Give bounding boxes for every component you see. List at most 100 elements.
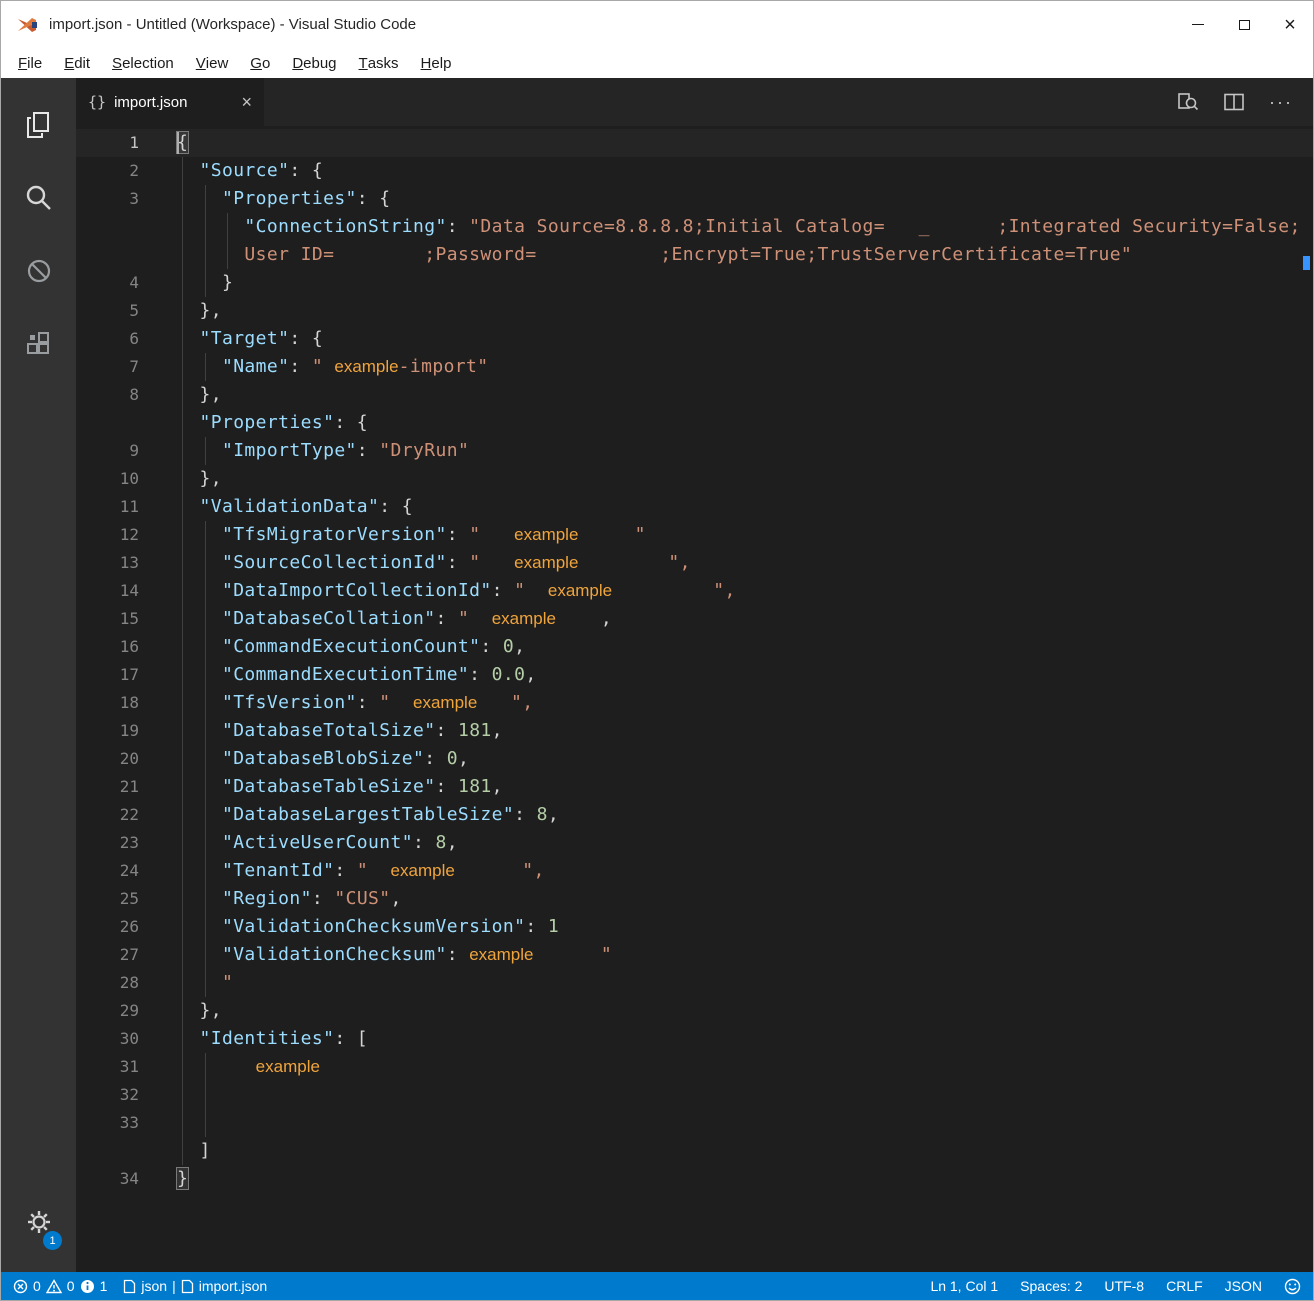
code-line-w4[interactable]: User ID= ;Password= ;Encrypt=True;TrustS…	[76, 241, 1313, 269]
line-number[interactable]: 12	[76, 521, 177, 549]
line-number[interactable]: 1	[76, 129, 177, 157]
code-line-19[interactable]: 19 "DatabaseTotalSize": 181,	[76, 717, 1313, 745]
code-line-4[interactable]: 4 }	[76, 269, 1313, 297]
minimize-button[interactable]	[1175, 1, 1221, 48]
line-number[interactable]: 15	[76, 605, 177, 633]
line-number[interactable]: 25	[76, 885, 177, 913]
menu-go[interactable]: Go	[239, 48, 281, 78]
status-item-spaces-2[interactable]: Spaces: 2	[1020, 1278, 1082, 1294]
code-editor[interactable]: 1{2 "Source": {3 "Properties": { "Connec…	[76, 126, 1313, 1272]
code-line-32[interactable]: 32	[76, 1081, 1313, 1109]
code-line-17[interactable]: 17 "CommandExecutionTime": 0.0,	[76, 661, 1313, 689]
menu-tasks[interactable]: Tasks	[348, 48, 410, 78]
activity-search[interactable]	[1, 161, 76, 234]
line-number[interactable]: 32	[76, 1081, 177, 1109]
code-line-1[interactable]: 1{	[76, 129, 1313, 157]
line-number[interactable]: 21	[76, 773, 177, 801]
problems-indicator[interactable]: 0 0 1	[13, 1278, 107, 1294]
line-number[interactable]: 28	[76, 969, 177, 997]
line-number[interactable]: 9	[76, 437, 177, 465]
line-number[interactable]: 19	[76, 717, 177, 745]
code-line-w3[interactable]: "ConnectionString": "Data Source=8.8.8.8…	[76, 213, 1313, 241]
line-number[interactable]: 26	[76, 913, 177, 941]
code-line-25[interactable]: 25 "Region": "CUS",	[76, 885, 1313, 913]
code-line-30[interactable]: 30 "Identities": [	[76, 1025, 1313, 1053]
tab-close-icon[interactable]: ×	[241, 92, 252, 113]
line-number[interactable]: 34	[76, 1165, 177, 1193]
code-line-15[interactable]: 15 "DatabaseCollation": " example ,	[76, 605, 1313, 633]
menu-edit[interactable]: Edit	[53, 48, 101, 78]
code-line-21[interactable]: 21 "DatabaseTableSize": 181,	[76, 773, 1313, 801]
close-button[interactable]: ×	[1267, 1, 1313, 48]
menu-view[interactable]: View	[185, 48, 240, 78]
code-line-w10[interactable]: "Properties": {	[76, 409, 1313, 437]
code-line-16[interactable]: 16 "CommandExecutionCount": 0,	[76, 633, 1313, 661]
line-number[interactable]: 22	[76, 801, 177, 829]
code-line-23[interactable]: 23 "ActiveUserCount": 8,	[76, 829, 1313, 857]
line-number[interactable]: 29	[76, 997, 177, 1025]
code-line-w36[interactable]: ]	[76, 1137, 1313, 1165]
code-line-8[interactable]: 8 },	[76, 381, 1313, 409]
code-line-7[interactable]: 7 "Name": " example-import"	[76, 353, 1313, 381]
tab-import-json[interactable]: {} import.json ×	[76, 78, 264, 126]
code-line-12[interactable]: 12 "TfsMigratorVersion": " example "	[76, 521, 1313, 549]
code-line-5[interactable]: 5 },	[76, 297, 1313, 325]
line-number[interactable]: 14	[76, 577, 177, 605]
code-line-24[interactable]: 24 "TenantId": " example ",	[76, 857, 1313, 885]
menu-selection[interactable]: Selection	[101, 48, 185, 78]
line-number[interactable]: 31	[76, 1053, 177, 1081]
smiley-icon[interactable]	[1284, 1278, 1301, 1295]
line-number[interactable]: 17	[76, 661, 177, 689]
active-file-indicator[interactable]: json | import.json	[123, 1278, 267, 1294]
code-line-13[interactable]: 13 "SourceCollectionId": " example ",	[76, 549, 1313, 577]
line-number[interactable]: 23	[76, 829, 177, 857]
line-number[interactable]: 5	[76, 297, 177, 325]
line-number[interactable]: 3	[76, 185, 177, 213]
line-number[interactable]: 10	[76, 465, 177, 493]
code-line-34[interactable]: 34}	[76, 1165, 1313, 1193]
line-number[interactable]: 18	[76, 689, 177, 717]
line-number[interactable]: 33	[76, 1109, 177, 1137]
activity-extensions[interactable]	[1, 307, 76, 380]
code-line-14[interactable]: 14 "DataImportCollectionId": " example "…	[76, 577, 1313, 605]
more-actions-icon[interactable]: ···	[1269, 92, 1293, 113]
split-editor-icon[interactable]	[1223, 91, 1245, 113]
activity-debug[interactable]	[1, 234, 76, 307]
status-item-utf-8[interactable]: UTF-8	[1104, 1278, 1144, 1294]
code-line-29[interactable]: 29 },	[76, 997, 1313, 1025]
code-line-6[interactable]: 6 "Target": {	[76, 325, 1313, 353]
line-number[interactable]: 8	[76, 381, 177, 409]
menu-debug[interactable]: Debug	[281, 48, 347, 78]
activity-explorer[interactable]	[1, 88, 76, 161]
status-item-crlf[interactable]: CRLF	[1166, 1278, 1203, 1294]
code-line-11[interactable]: 11 "ValidationData": {	[76, 493, 1313, 521]
code-line-9[interactable]: 9 "ImportType": "DryRun"	[76, 437, 1313, 465]
code-line-33[interactable]: 33	[76, 1109, 1313, 1137]
line-number[interactable]: 11	[76, 493, 177, 521]
line-number[interactable]: 13	[76, 549, 177, 577]
open-preview-icon[interactable]	[1177, 91, 1199, 113]
line-number[interactable]: 24	[76, 857, 177, 885]
line-number[interactable]: 6	[76, 325, 177, 353]
line-number[interactable]: 30	[76, 1025, 177, 1053]
code-line-26[interactable]: 26 "ValidationChecksumVersion": 1	[76, 913, 1313, 941]
code-line-2[interactable]: 2 "Source": {	[76, 157, 1313, 185]
menu-file[interactable]: File	[7, 48, 53, 78]
line-number[interactable]: 7	[76, 353, 177, 381]
code-line-10[interactable]: 10 },	[76, 465, 1313, 493]
code-line-18[interactable]: 18 "TfsVersion": " example ",	[76, 689, 1313, 717]
status-item-json[interactable]: JSON	[1225, 1278, 1262, 1294]
code-line-22[interactable]: 22 "DatabaseLargestTableSize": 8,	[76, 801, 1313, 829]
line-number[interactable]: 16	[76, 633, 177, 661]
line-number[interactable]: 4	[76, 269, 177, 297]
menu-help[interactable]: Help	[410, 48, 463, 78]
code-line-27[interactable]: 27 "ValidationChecksum": example "	[76, 941, 1313, 969]
code-line-3[interactable]: 3 "Properties": {	[76, 185, 1313, 213]
maximize-button[interactable]	[1221, 1, 1267, 48]
line-number[interactable]: 27	[76, 941, 177, 969]
status-item-ln-1-col-1[interactable]: Ln 1, Col 1	[930, 1278, 998, 1294]
code-line-28[interactable]: 28 "	[76, 969, 1313, 997]
code-line-20[interactable]: 20 "DatabaseBlobSize": 0,	[76, 745, 1313, 773]
activity-settings[interactable]: 1	[1, 1187, 76, 1260]
line-number[interactable]: 20	[76, 745, 177, 773]
